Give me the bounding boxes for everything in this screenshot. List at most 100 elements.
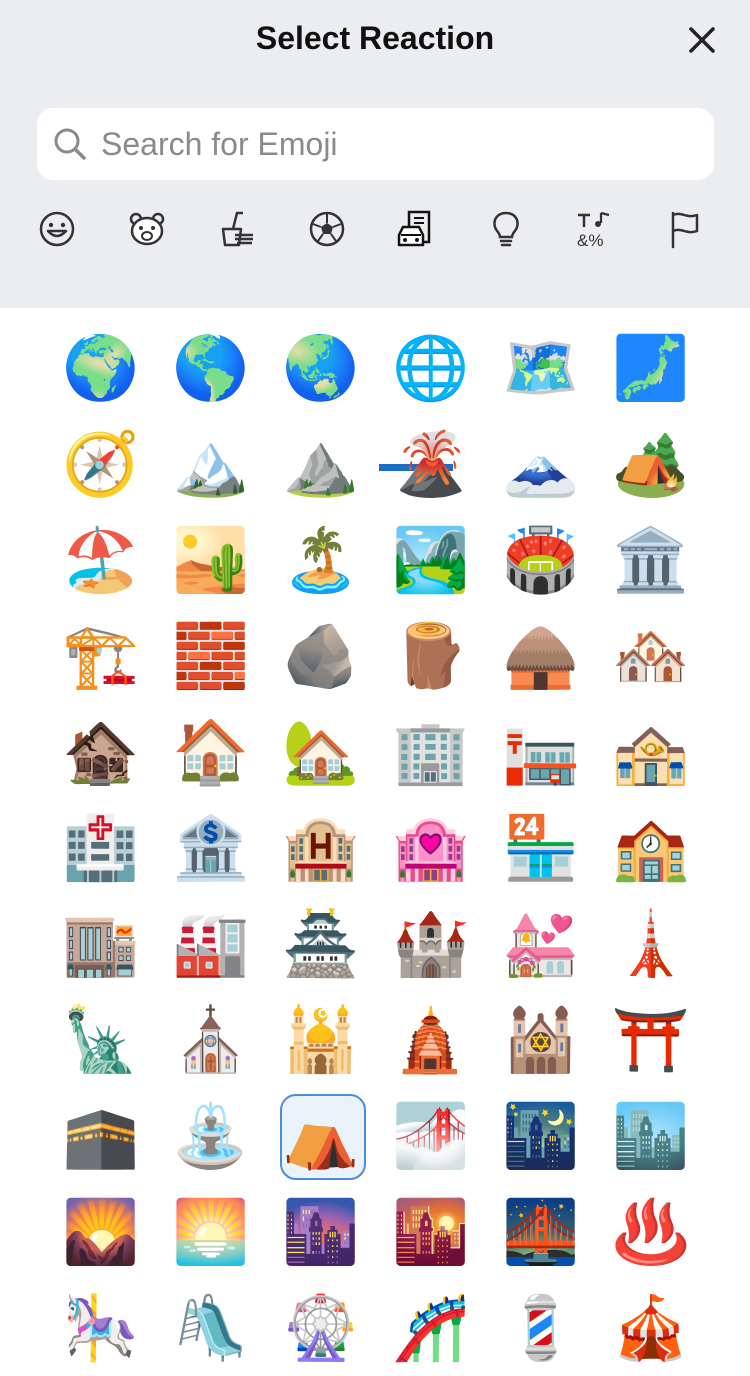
emoji-cell[interactable]: ⛪ bbox=[156, 992, 266, 1088]
emoji-cell[interactable]: 🏢 bbox=[376, 704, 486, 800]
emoji-cell[interactable]: 🏭 bbox=[156, 896, 266, 992]
emoji-glyph: 🎡 bbox=[282, 1291, 360, 1364]
emoji-cell[interactable]: 🏙️ bbox=[596, 1088, 706, 1184]
emoji-cell[interactable]: ⛰️ bbox=[266, 416, 376, 512]
tab-activities[interactable] bbox=[290, 200, 364, 258]
emoji-glyph: 🏣 bbox=[502, 715, 580, 788]
emoji-glyph: 🌇 bbox=[392, 1195, 470, 1268]
search-field[interactable] bbox=[37, 108, 714, 180]
emoji-glyph: 🏬 bbox=[62, 907, 140, 980]
emoji-glyph: 🏨 bbox=[282, 811, 360, 884]
emoji-glyph: 🏡 bbox=[282, 715, 360, 788]
emoji-glyph: 🏛️ bbox=[612, 523, 690, 596]
emoji-glyph: 🏝️ bbox=[282, 523, 360, 596]
emoji-cell[interactable]: 🌇 bbox=[376, 1184, 486, 1280]
emoji-cell[interactable]: 🏤 bbox=[596, 704, 706, 800]
emoji-cell[interactable]: 🗺️ bbox=[486, 320, 596, 416]
emoji-cell[interactable]: ⛲ bbox=[156, 1088, 266, 1184]
emoji-cell[interactable]: 🛖 bbox=[486, 608, 596, 704]
close-button[interactable] bbox=[682, 20, 722, 60]
emoji-cell[interactable]: 🛕 bbox=[376, 992, 486, 1088]
emoji-cell[interactable]: 🌐 bbox=[376, 320, 486, 416]
emoji-cell[interactable]: 🏜️ bbox=[156, 512, 266, 608]
emoji-cell[interactable]: 🏪 bbox=[486, 800, 596, 896]
emoji-cell[interactable]: 🌎 bbox=[156, 320, 266, 416]
emoji-glyph: ⛪ bbox=[172, 1003, 250, 1076]
emoji-cell[interactable]: 🗽 bbox=[46, 992, 156, 1088]
emoji-glyph: 🌆 bbox=[282, 1195, 360, 1268]
emoji-cell[interactable]: 🏛️ bbox=[596, 512, 706, 608]
tab-smileys[interactable] bbox=[20, 200, 94, 258]
emoji-cell[interactable]: 🏠 bbox=[156, 704, 266, 800]
emoji-cell[interactable]: 🌁 bbox=[376, 1088, 486, 1184]
emoji-cell[interactable]: 🌃 bbox=[486, 1088, 596, 1184]
emoji-cell[interactable]: ♨️ bbox=[596, 1184, 706, 1280]
emoji-cell[interactable]: 🏩 bbox=[376, 800, 486, 896]
emoji-cell[interactable]: 🏝️ bbox=[266, 512, 376, 608]
emoji-glyph: 🏗️ bbox=[62, 619, 140, 692]
emoji-cell[interactable]: 🏥 bbox=[46, 800, 156, 896]
emoji-cell[interactable]: 🧱 bbox=[156, 608, 266, 704]
emoji-cell[interactable]: 🏦 bbox=[156, 800, 266, 896]
emoji-glyph: 🏜️ bbox=[172, 523, 250, 596]
emoji-cell[interactable]: 🏚️ bbox=[46, 704, 156, 800]
emoji-cell[interactable]: 🏯 bbox=[266, 896, 376, 992]
tab-food[interactable] bbox=[200, 200, 274, 258]
emoji-cell[interactable]: 🕌 bbox=[266, 992, 376, 1088]
food-drink-icon bbox=[221, 211, 253, 247]
emoji-glyph: 🏘️ bbox=[612, 619, 690, 692]
emoji-cell[interactable]: 🏡 bbox=[266, 704, 376, 800]
emoji-cell[interactable]: 🪨 bbox=[266, 608, 376, 704]
tab-animals[interactable] bbox=[110, 200, 184, 258]
emoji-cell[interactable]: 🎡 bbox=[266, 1280, 376, 1376]
emoji-glyph: 🌐 bbox=[392, 331, 470, 404]
search-input[interactable] bbox=[99, 124, 663, 164]
emoji-cell[interactable]: 🗻 bbox=[486, 416, 596, 512]
emoji-cell[interactable]: 🛝 bbox=[156, 1280, 266, 1376]
emoji-cell[interactable]: 🗾 bbox=[596, 320, 706, 416]
emoji-cell[interactable]: 🏔️ bbox=[156, 416, 266, 512]
emoji-glyph: 🏞️ bbox=[392, 523, 470, 596]
emoji-cell[interactable]: 🏞️ bbox=[376, 512, 486, 608]
emoji-glyph: 🗺️ bbox=[502, 331, 580, 404]
tab-symbols[interactable]: &% bbox=[558, 200, 632, 258]
tab-flags[interactable] bbox=[648, 200, 722, 258]
soccer-ball-icon bbox=[309, 211, 345, 247]
emoji-cell[interactable]: 🧭 bbox=[46, 416, 156, 512]
emoji-cell[interactable]: 🎢 bbox=[376, 1280, 486, 1376]
emoji-cell[interactable]: 🎠 bbox=[46, 1280, 156, 1376]
emoji-cell[interactable]: ⛩️ bbox=[596, 992, 706, 1088]
emoji-glyph: 🎢 bbox=[392, 1291, 470, 1364]
emoji-cell[interactable]: 🌍 bbox=[46, 320, 156, 416]
emoji-glyph: 🧭 bbox=[62, 427, 140, 500]
tab-travel[interactable] bbox=[379, 200, 453, 258]
emoji-cell[interactable]: 🏕️ bbox=[596, 416, 706, 512]
emoji-cell[interactable]: 💈 bbox=[486, 1280, 596, 1376]
emoji-cell[interactable]: 🏰 bbox=[376, 896, 486, 992]
emoji-cell[interactable]: 🌏 bbox=[266, 320, 376, 416]
emoji-cell[interactable]: 🕍 bbox=[486, 992, 596, 1088]
emoji-cell[interactable]: 🏬 bbox=[46, 896, 156, 992]
emoji-cell[interactable]: 🏣 bbox=[486, 704, 596, 800]
emoji-cell[interactable]: 🌅 bbox=[156, 1184, 266, 1280]
emoji-cell[interactable]: 🏖️ bbox=[46, 512, 156, 608]
emoji-cell[interactable]: 🕋 bbox=[46, 1088, 156, 1184]
emoji-cell[interactable]: 🏨 bbox=[266, 800, 376, 896]
emoji-cell[interactable]: 🎪 bbox=[596, 1280, 706, 1376]
emoji-cell[interactable]: 🏫 bbox=[596, 800, 706, 896]
emoji-cell[interactable]: 🏗️ bbox=[46, 608, 156, 704]
emoji-cell[interactable]: 🌆 bbox=[266, 1184, 376, 1280]
emoji-cell[interactable]: 🌋 bbox=[376, 416, 486, 512]
close-icon bbox=[689, 27, 715, 53]
emoji-cell[interactable]: 🪵 bbox=[376, 608, 486, 704]
emoji-glyph: 💒 bbox=[502, 907, 580, 980]
emoji-cell[interactable]: 🏘️ bbox=[596, 608, 706, 704]
emoji-cell[interactable]: 🏟️ bbox=[486, 512, 596, 608]
emoji-cell[interactable]: 🗼 bbox=[596, 896, 706, 992]
tab-objects[interactable] bbox=[469, 200, 543, 258]
emoji-glyph: 🏭 bbox=[172, 907, 250, 980]
emoji-cell[interactable]: 🌉 bbox=[486, 1184, 596, 1280]
emoji-cell[interactable]: ⛺ bbox=[266, 1088, 376, 1184]
emoji-cell[interactable]: 🌄 bbox=[46, 1184, 156, 1280]
emoji-cell[interactable]: 💒 bbox=[486, 896, 596, 992]
